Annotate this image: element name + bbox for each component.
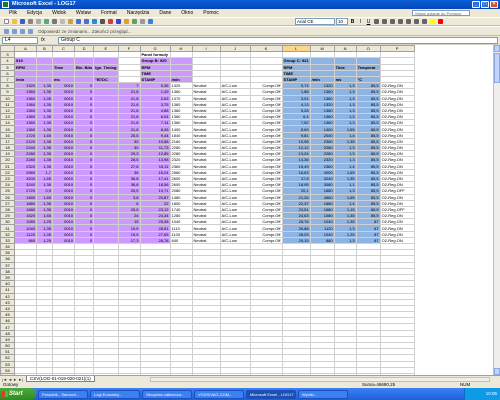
fill-color-icon[interactable]	[429, 18, 436, 25]
redo-icon[interactable]	[83, 18, 90, 25]
help-icon[interactable]	[147, 18, 154, 25]
underline-button[interactable]: U	[365, 18, 372, 25]
align-left-icon[interactable]	[373, 18, 380, 25]
cut-icon[interactable]	[51, 18, 58, 25]
align-right-icon[interactable]	[389, 18, 396, 25]
taskbar-item-excel[interactable]: Microsoft Excel - LOG17	[246, 389, 296, 399]
taskbar-item[interactable]: Wyniki...	[298, 389, 348, 399]
status-ready: Gotowy	[3, 382, 19, 387]
undo-icon[interactable]	[75, 18, 82, 25]
cell[interactable]: Panel formuły	[139, 51, 171, 59]
window-title-bar: Microsoft Excel - LOG17 _ □ ×	[0, 0, 500, 9]
formula-input[interactable]: Group C	[58, 36, 498, 44]
menu-view[interactable]: Widok	[47, 9, 71, 17]
menu-edit[interactable]: Edycja	[22, 9, 47, 17]
zoom-icon[interactable]	[139, 18, 146, 25]
taskbar-item[interactable]: VCDS/VAG-COM...	[194, 389, 244, 399]
italic-button[interactable]: I	[357, 18, 364, 25]
maximize-button[interactable]: □	[481, 1, 489, 8]
cell[interactable]: Group B: 920	[139, 57, 171, 65]
excel-app-icon	[2, 1, 9, 8]
menu-bar: Plik Edycja Widok Wstaw Format Narzędzia…	[0, 9, 500, 17]
sort-desc-icon[interactable]	[115, 18, 122, 25]
taskbar-item[interactable]: Logi Eurowiny...	[90, 389, 140, 399]
review-icon[interactable]	[3, 28, 10, 35]
close-button[interactable]: ×	[490, 1, 498, 8]
help-search-input[interactable]: Wpisz pytanie do Pomocy	[412, 10, 470, 16]
vertical-scroll-thumb[interactable]	[494, 53, 500, 83]
windows-taskbar: Start Poradnik - Samoch... Logi Eurowiny…	[0, 388, 500, 400]
menu-help[interactable]: Pomoc	[198, 9, 224, 17]
currency-icon[interactable]	[405, 18, 412, 25]
standard-toolbar: Arial CE 10 B I U	[0, 17, 500, 26]
font-color-icon[interactable]	[437, 18, 444, 25]
percent-icon[interactable]	[413, 18, 420, 25]
open-icon[interactable]	[11, 18, 18, 25]
menu-format[interactable]: Format	[96, 9, 122, 17]
menu-tools[interactable]: Narzędzia	[122, 9, 155, 17]
preview-icon[interactable]	[35, 18, 42, 25]
formula-bar: L4 fx Group C	[0, 36, 500, 44]
borders-icon[interactable]	[421, 18, 428, 25]
print-icon[interactable]	[27, 18, 34, 25]
save-icon[interactable]	[19, 18, 26, 25]
vertical-scrollbar[interactable]	[493, 45, 500, 375]
chart-wizard-icon[interactable]	[123, 18, 130, 25]
scroll-up-arrow-icon[interactable]	[494, 45, 500, 52]
new-icon[interactable]	[3, 18, 10, 25]
review-icon-3[interactable]	[19, 28, 26, 35]
system-tray-clock: 10:05	[464, 388, 500, 400]
paste-icon[interactable]	[67, 18, 74, 25]
spreadsheet-grid[interactable]: A B C D E F G H I J K L M N O P 3 Panel formuły 4 919 Group …	[0, 45, 493, 375]
drawing-icon[interactable]	[131, 18, 138, 25]
font-name-select[interactable]: Arial CE	[295, 18, 335, 25]
menu-file[interactable]: Plik	[4, 9, 22, 17]
cell[interactable]: Group C: 921	[281, 57, 311, 65]
merge-icon[interactable]	[397, 18, 404, 25]
copy-icon[interactable]	[59, 18, 66, 25]
menu-data[interactable]: Dane	[154, 9, 176, 17]
menu-insert[interactable]: Wstaw	[71, 9, 96, 17]
spellcheck-icon[interactable]	[43, 18, 50, 25]
cell[interactable]: Ign. Timing	[93, 63, 119, 71]
minimize-button[interactable]: _	[472, 1, 480, 8]
start-button[interactable]: Start	[0, 388, 36, 400]
review-icon-4[interactable]	[27, 28, 34, 35]
autosum-icon[interactable]	[99, 18, 106, 25]
reviewing-toolbar: Odpowiedz ze zmianami... Zakończ przeglą…	[0, 26, 500, 36]
menu-window[interactable]: Okno	[176, 9, 198, 17]
taskbar-item[interactable]: Skrzynka odbiorcza...	[142, 389, 192, 399]
fx-icon[interactable]: fx	[41, 37, 55, 43]
hyperlink-icon[interactable]	[91, 18, 98, 25]
windows-logo-icon	[2, 391, 8, 397]
sheet-tab-bar: |◄ ◄ ► ►| CSV(LOG-01-019-020-021)(1)	[0, 375, 500, 382]
review-text[interactable]: Odpowiedz ze zmianami... Zakończ przeglą…	[35, 29, 131, 34]
scroll-down-arrow-icon[interactable]	[494, 368, 500, 375]
align-center-icon[interactable]	[381, 18, 388, 25]
sort-asc-icon[interactable]	[107, 18, 114, 25]
bold-button[interactable]: B	[349, 18, 356, 25]
review-icon-2[interactable]	[11, 28, 18, 35]
cell[interactable]: Bin. Bits	[73, 63, 95, 71]
name-box[interactable]: L4	[2, 36, 38, 44]
taskbar-item[interactable]: Poradnik - Samoch...	[38, 389, 88, 399]
font-size-select[interactable]: 10	[336, 18, 348, 25]
window-title: Microsoft Excel - LOG17	[12, 1, 76, 7]
